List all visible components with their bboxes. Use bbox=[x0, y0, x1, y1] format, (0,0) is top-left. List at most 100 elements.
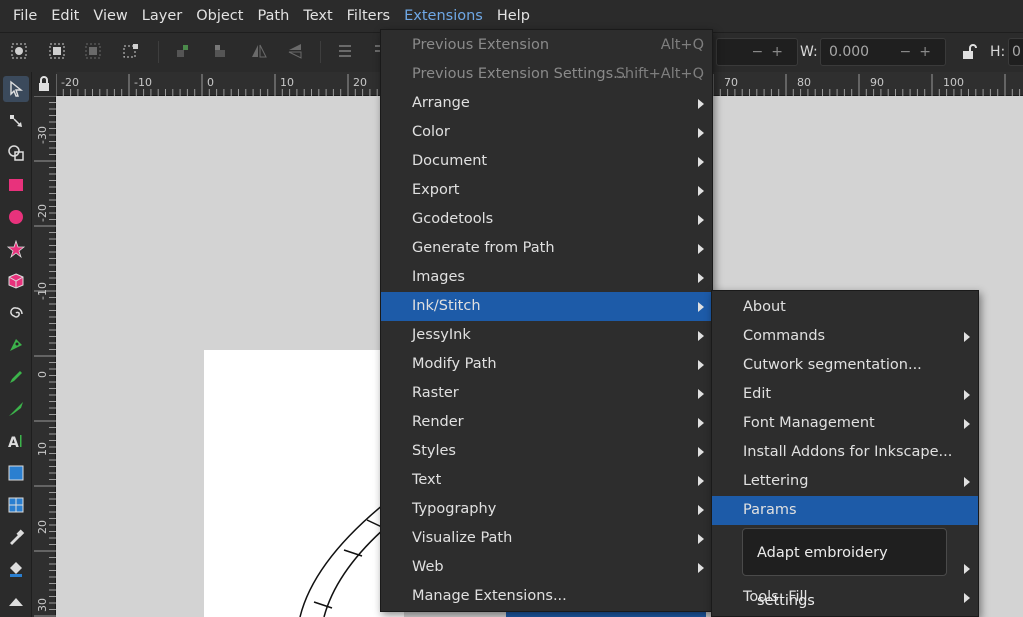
extensions-item-text[interactable]: Text bbox=[381, 466, 712, 495]
menubar-item-extensions[interactable]: Extensions bbox=[397, 0, 490, 32]
ruler-label: 10 bbox=[280, 76, 294, 89]
extensions-item-previous-extension[interactable]: Previous Extension Alt+Q bbox=[381, 31, 712, 60]
menubar-item-layer[interactable]: Layer bbox=[135, 0, 189, 32]
menu-item-label: Document bbox=[412, 153, 488, 169]
document-page bbox=[204, 350, 404, 617]
extensions-item-manage-extensions[interactable]: Manage Extensions... bbox=[381, 582, 712, 611]
inkstitch-item-about[interactable]: About bbox=[712, 293, 978, 322]
calligraphy-tool-icon[interactable] bbox=[3, 396, 29, 422]
extensions-item-typography[interactable]: Typography bbox=[381, 495, 712, 524]
eraser-tool-icon[interactable] bbox=[3, 588, 29, 614]
rectangle-tool-icon[interactable] bbox=[3, 172, 29, 198]
width-field[interactable]: 0.000 −+ bbox=[820, 38, 946, 66]
menu-item-label: Color bbox=[412, 124, 450, 140]
extensions-item-raster[interactable]: Raster bbox=[381, 379, 712, 408]
menu-item-label: Ink/Stitch bbox=[412, 298, 481, 314]
3d-box-tool-icon[interactable] bbox=[3, 268, 29, 294]
extensions-item-previous-extension-settings[interactable]: Previous Extension Settings... Shift+Alt+… bbox=[381, 60, 712, 89]
flip-horizontal-icon[interactable] bbox=[250, 42, 268, 60]
menubar-item-object[interactable]: Object bbox=[189, 0, 250, 32]
menubar-item-edit[interactable]: Edit bbox=[44, 0, 86, 32]
menubar-item-view[interactable]: View bbox=[86, 0, 134, 32]
submenu-arrow-icon bbox=[698, 447, 704, 457]
menu-item-label: Cutwork segmentation... bbox=[743, 357, 922, 373]
pencil-tool-icon[interactable] bbox=[3, 364, 29, 390]
submenu-arrow-icon bbox=[964, 390, 970, 400]
ruler-lock-icon[interactable] bbox=[32, 72, 56, 96]
shape-builder-icon[interactable] bbox=[3, 140, 29, 166]
selector-tool-icon[interactable] bbox=[3, 76, 29, 102]
mesh-tool-icon[interactable] bbox=[3, 492, 29, 518]
menu-item-label: Previous Extension bbox=[412, 37, 550, 53]
dropper-tool-icon[interactable] bbox=[3, 524, 29, 550]
menubar-item-text[interactable]: Text bbox=[296, 0, 339, 32]
star-tool-icon[interactable] bbox=[3, 236, 29, 262]
pen-tool-icon[interactable] bbox=[3, 332, 29, 358]
extensions-item-visualize-path[interactable]: Visualize Path bbox=[381, 524, 712, 553]
inkstitch-item-cutwork-segmentation[interactable]: Cutwork segmentation... bbox=[712, 351, 978, 380]
flip-vertical-icon[interactable] bbox=[286, 42, 304, 60]
inkstitch-item-edit[interactable]: Edit bbox=[712, 380, 978, 409]
menubar-item-filters[interactable]: Filters bbox=[340, 0, 397, 32]
x-field[interactable]: −+ bbox=[716, 38, 798, 66]
lock-ratio-icon[interactable] bbox=[960, 43, 978, 61]
deselect-icon[interactable] bbox=[84, 42, 102, 60]
paint-bucket-icon[interactable] bbox=[3, 556, 29, 582]
height-field[interactable]: 0 bbox=[1008, 38, 1023, 66]
inkstitch-item-install-addons-for-inkscape[interactable]: Install Addons for Inkscape... bbox=[712, 438, 978, 467]
ruler-label: -10 bbox=[134, 76, 152, 89]
menu-item-label: Typography bbox=[412, 501, 497, 517]
select-all-icon[interactable] bbox=[10, 42, 28, 60]
text-tool-icon[interactable]: A bbox=[3, 428, 29, 454]
menubar-item-path[interactable]: Path bbox=[250, 0, 296, 32]
spiral-tool-icon[interactable] bbox=[3, 300, 29, 326]
inkstitch-item-commands[interactable]: Commands bbox=[712, 322, 978, 351]
extensions-item-ink-stitch[interactable]: Ink/Stitch bbox=[381, 292, 712, 321]
select-all-layers-icon[interactable] bbox=[48, 42, 66, 60]
extensions-item-export[interactable]: Export bbox=[381, 176, 712, 205]
submenu-arrow-icon bbox=[698, 128, 704, 138]
menubar: File Edit View Layer Object Path Text Filters Ex… bbox=[0, 0, 1023, 32]
menu-item-label: Web bbox=[412, 559, 444, 575]
rotate-ccw-icon[interactable] bbox=[174, 42, 192, 60]
inkstitch-item-font-management[interactable]: Font Management bbox=[712, 409, 978, 438]
extensions-menu: Previous Extension Alt+Q Previous Extensio… bbox=[380, 29, 713, 612]
submenu-arrow-icon bbox=[698, 244, 704, 254]
extensions-item-gcodetools[interactable]: Gcodetools bbox=[381, 205, 712, 234]
ruler-label: 20 bbox=[353, 76, 367, 89]
extensions-item-web[interactable]: Web bbox=[381, 553, 712, 582]
menu-item-label: Font Management bbox=[743, 415, 875, 431]
ruler-label: 0 bbox=[207, 76, 214, 89]
inkstitch-item-tools-fill[interactable]: Tools: Fill bbox=[712, 583, 978, 612]
extensions-item-arrange[interactable]: Arrange bbox=[381, 89, 712, 118]
touch-select-icon[interactable] bbox=[122, 42, 140, 60]
menubar-item-help[interactable]: Help bbox=[490, 0, 537, 32]
ruler-label: 30 bbox=[36, 598, 49, 612]
menu-item-shortcut: Shift+Alt+Q bbox=[615, 66, 704, 82]
submenu-arrow-icon bbox=[698, 273, 704, 283]
submenu-arrow-icon bbox=[698, 418, 704, 428]
extensions-item-modify-path[interactable]: Modify Path bbox=[381, 350, 712, 379]
extensions-item-images[interactable]: Images bbox=[381, 263, 712, 292]
vertical-ruler: -30 -20 -10 0 10 20 30 bbox=[32, 96, 56, 617]
gradient-tool-icon[interactable] bbox=[3, 460, 29, 486]
ruler-label: -20 bbox=[36, 204, 49, 222]
node-tool-icon[interactable] bbox=[3, 108, 29, 134]
menubar-item-file[interactable]: File bbox=[6, 0, 44, 32]
submenu-arrow-icon bbox=[698, 534, 704, 544]
submenu-arrow-icon bbox=[698, 157, 704, 167]
raise-to-top-icon[interactable] bbox=[336, 42, 354, 60]
extensions-item-generate-from-path[interactable]: Generate from Path bbox=[381, 234, 712, 263]
ellipse-tool-icon[interactable] bbox=[3, 204, 29, 230]
extensions-item-document[interactable]: Document bbox=[381, 147, 712, 176]
submenu-arrow-icon bbox=[698, 215, 704, 225]
extensions-item-styles[interactable]: Styles bbox=[381, 437, 712, 466]
menu-item-label: Export bbox=[412, 182, 460, 198]
inkstitch-item-lettering[interactable]: Lettering bbox=[712, 467, 978, 496]
extensions-item-render[interactable]: Render bbox=[381, 408, 712, 437]
extensions-item-jessyink[interactable]: JessyInk bbox=[381, 321, 712, 350]
ruler-label: 10 bbox=[36, 442, 49, 456]
extensions-item-color[interactable]: Color bbox=[381, 118, 712, 147]
inkstitch-item-params[interactable]: Params bbox=[712, 496, 978, 525]
rotate-cw-icon[interactable] bbox=[212, 42, 230, 60]
